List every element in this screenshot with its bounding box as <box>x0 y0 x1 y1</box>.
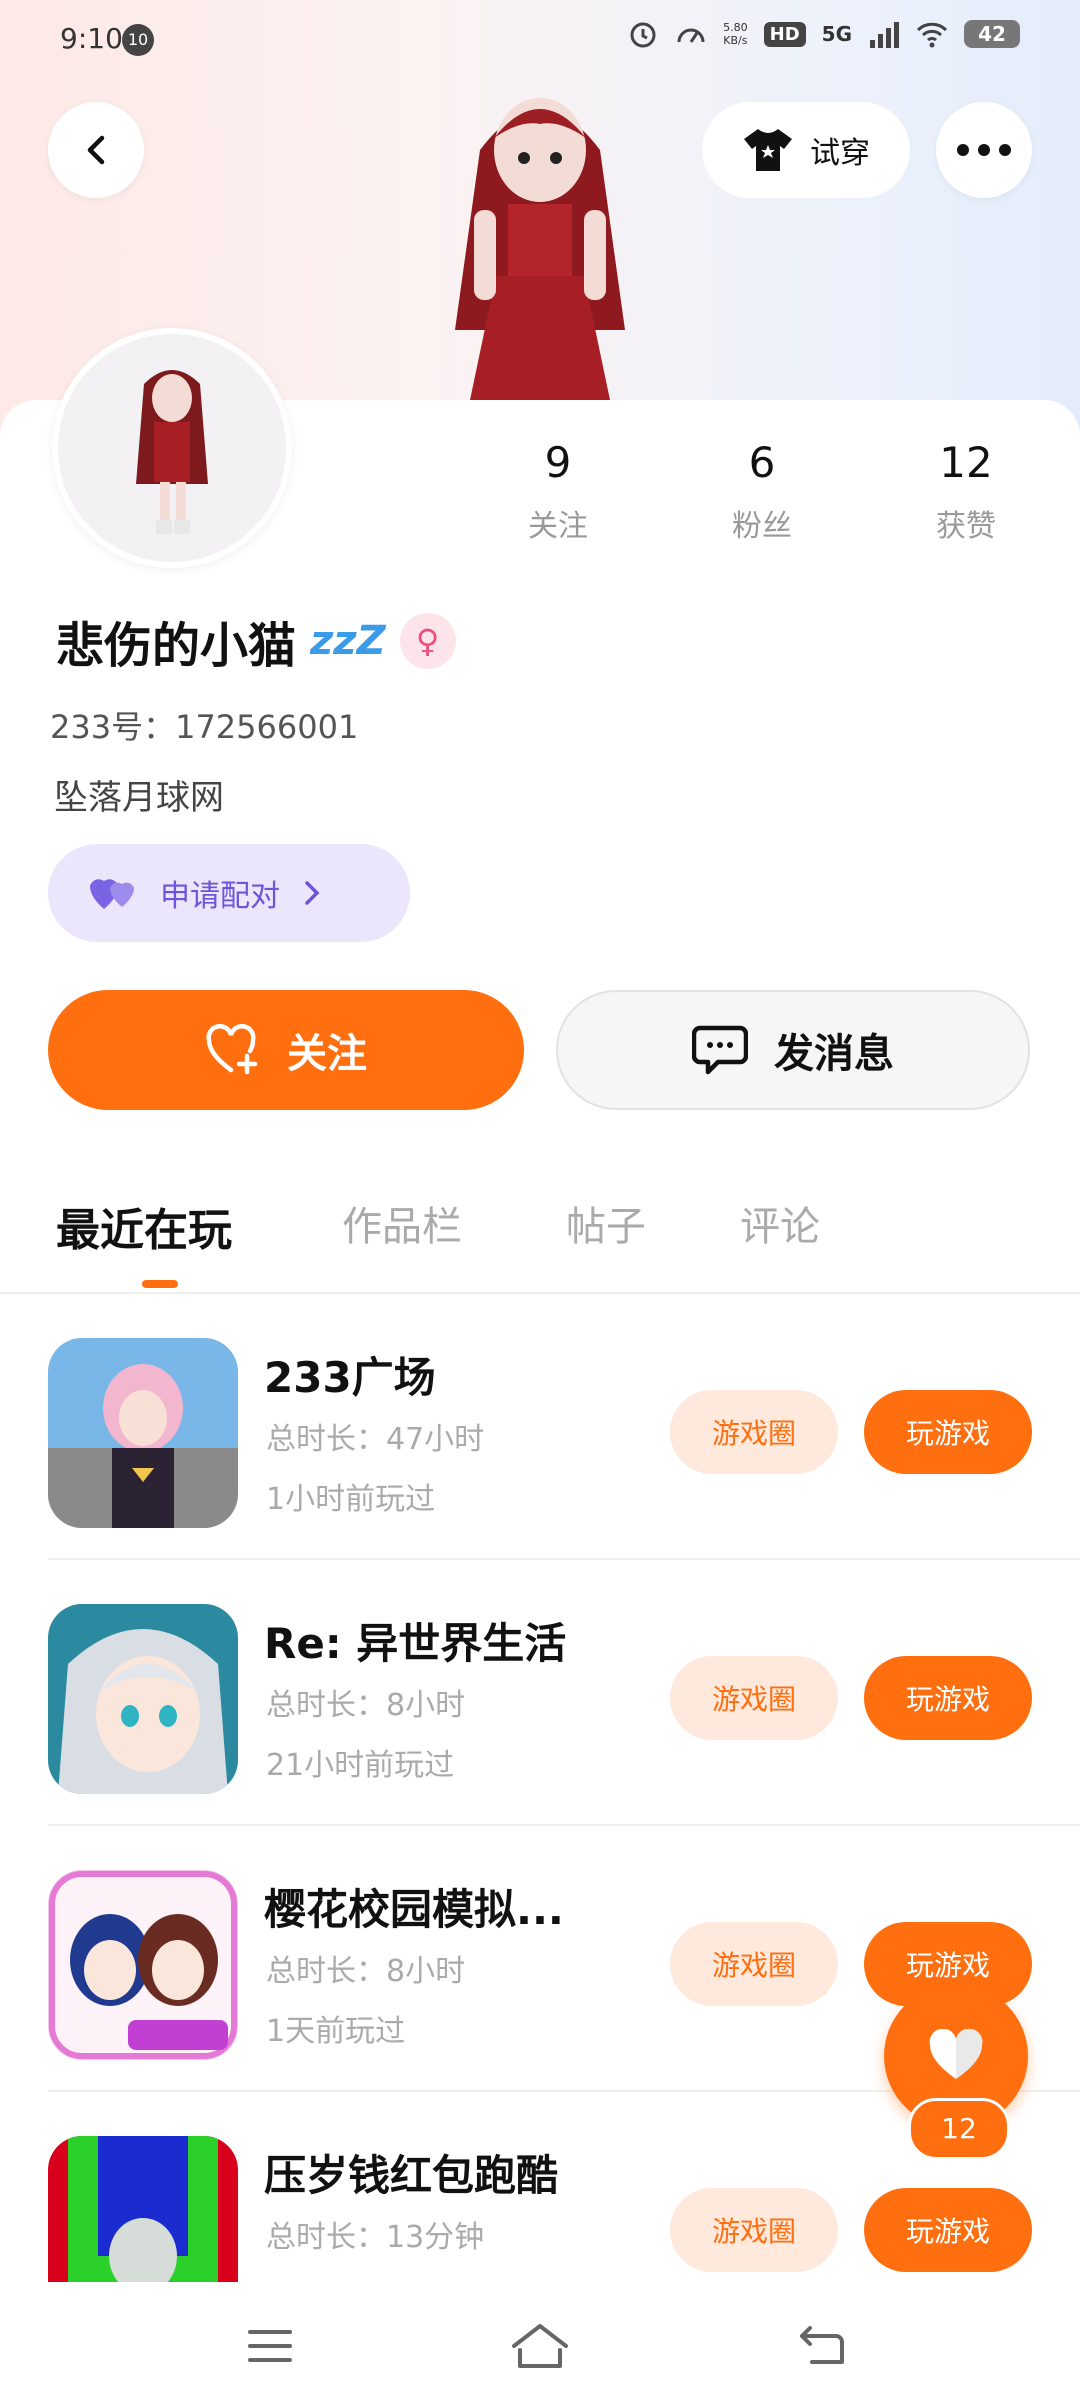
list-item[interactable]: Re: 异世界生活 总时长：8小时 21小时前玩过 游戏圈 玩游戏 <box>48 1560 1080 1826</box>
send-message-button[interactable]: 发消息 <box>556 990 1030 1110</box>
stat-following-value: 9 <box>544 438 572 487</box>
active-tab-indicator <box>142 1280 178 1288</box>
profile-tabs: 最近在玩 作品栏 帖子 评论 <box>0 1180 1080 1294</box>
menu-icon <box>248 2330 292 2362</box>
game-icon-sakura-school <box>48 1870 238 2060</box>
tshirt-icon <box>744 129 792 171</box>
stat-following[interactable]: 9 关注 <box>488 438 628 545</box>
follow-button[interactable]: 关注 <box>48 990 524 1110</box>
game-duration: 总时长：8小时 <box>266 1954 466 1989</box>
net-speed: 5.80 KB/s <box>723 21 748 47</box>
alarm-icon <box>630 22 656 48</box>
female-gender-icon: ♀ <box>399 613 456 669</box>
notification-count-badge: 10 <box>122 24 154 56</box>
follow-label: 关注 <box>287 1031 367 1077</box>
tab-recently-played[interactable]: 最近在玩 <box>56 1194 232 1258</box>
heart-plus-icon <box>206 1024 258 1075</box>
back-nav-icon <box>800 2326 844 2364</box>
back-arrow-icon <box>87 135 105 165</box>
more-options-button[interactable] <box>936 102 1032 198</box>
stat-likes-value: 12 <box>939 438 993 487</box>
sleep-status-icon: zzZ <box>310 618 386 664</box>
try-on-button[interactable]: 试穿 <box>702 102 910 198</box>
stat-likes[interactable]: 12 获赞 <box>896 438 1036 545</box>
home-nav-button[interactable] <box>504 2316 576 2376</box>
home-icon <box>512 2324 568 2368</box>
stat-fans-label: 粉丝 <box>732 509 792 544</box>
play-game-button[interactable]: 玩游戏 <box>864 1390 1032 1474</box>
tab-works[interactable]: 作品栏 <box>342 1194 462 1252</box>
stat-likes-label: 获赞 <box>936 509 996 544</box>
list-item[interactable]: 233广场 总时长：47小时 1小时前玩过 游戏圈 玩游戏 <box>48 1294 1080 1560</box>
network-type: 5G <box>821 22 852 46</box>
game-circle-button[interactable]: 游戏圈 <box>670 1390 838 1474</box>
game-title: 樱花校园模拟... <box>264 1885 564 1934</box>
game-last-played: 1天前玩过 <box>266 2014 406 2049</box>
system-navigation-bar <box>0 2282 1080 2408</box>
game-title: 压岁钱红包跑酷 <box>264 2151 559 2200</box>
stat-following-label: 关注 <box>528 509 588 544</box>
wifi-icon <box>916 22 948 48</box>
game-title: Re: 异世界生活 <box>264 1619 567 1668</box>
more-dots-icon <box>957 144 1011 156</box>
try-on-label: 试穿 <box>810 136 870 171</box>
game-duration: 总时长：8小时 <box>266 1688 466 1723</box>
game-duration: 总时长：47小时 <box>266 1422 485 1457</box>
game-circle-button[interactable]: 游戏圈 <box>670 1656 838 1740</box>
user-bio: 坠落月球网 <box>54 778 224 818</box>
chat-bubble-icon <box>692 1025 748 1075</box>
avatar[interactable] <box>52 328 292 568</box>
game-last-played: 1小时前玩过 <box>266 1482 436 1517</box>
avatar-3d-figure <box>410 80 670 400</box>
game-icon-re-zero <box>48 1604 238 1794</box>
username-row: 悲伤的小猫 zzZ ♀ <box>56 606 456 676</box>
tab-posts[interactable]: 帖子 <box>566 1194 646 1252</box>
tab-comments[interactable]: 评论 <box>740 1194 820 1252</box>
heart-icon <box>929 2029 983 2079</box>
hd-icon: HD <box>763 21 806 47</box>
game-last-played: 21小时前玩过 <box>266 1748 455 1783</box>
back-nav-button[interactable] <box>786 2316 858 2376</box>
game-circle-button[interactable]: 游戏圈 <box>670 2188 838 2272</box>
back-button[interactable] <box>48 102 144 198</box>
play-game-button[interactable]: 玩游戏 <box>864 1656 1032 1740</box>
menu-nav-button[interactable] <box>234 2316 306 2376</box>
stat-fans[interactable]: 6 粉丝 <box>692 438 832 545</box>
play-game-button[interactable]: 玩游戏 <box>864 2188 1032 2272</box>
apply-pair-button[interactable]: 申请配对 <box>48 844 410 942</box>
status-time: 9:10 <box>60 22 123 55</box>
game-circle-button[interactable]: 游戏圈 <box>670 1922 838 2006</box>
username: 悲伤的小猫 <box>56 618 297 674</box>
status-icons: 5.80 KB/s HD 5G 42 <box>627 18 1020 50</box>
game-icon-233-plaza <box>48 1338 238 1528</box>
stat-fans-value: 6 <box>748 438 776 487</box>
signal-icon <box>870 22 899 48</box>
double-heart-icon <box>90 879 134 909</box>
battery-icon: 42 <box>964 20 1020 48</box>
like-count-badge: 12 <box>908 2098 1010 2160</box>
game-title: 233广场 <box>264 1353 436 1402</box>
speedometer-icon <box>677 28 705 43</box>
send-message-label: 发消息 <box>774 1031 894 1077</box>
game-duration: 总时长：13分钟 <box>266 2220 485 2255</box>
user-id: 233号：172566001 <box>50 708 359 746</box>
apply-pair-label: 申请配对 <box>160 879 280 914</box>
chevron-right-icon <box>305 881 320 905</box>
status-bar: 9:10 10 5.80 KB/s HD 5G 42 <box>0 0 1080 86</box>
